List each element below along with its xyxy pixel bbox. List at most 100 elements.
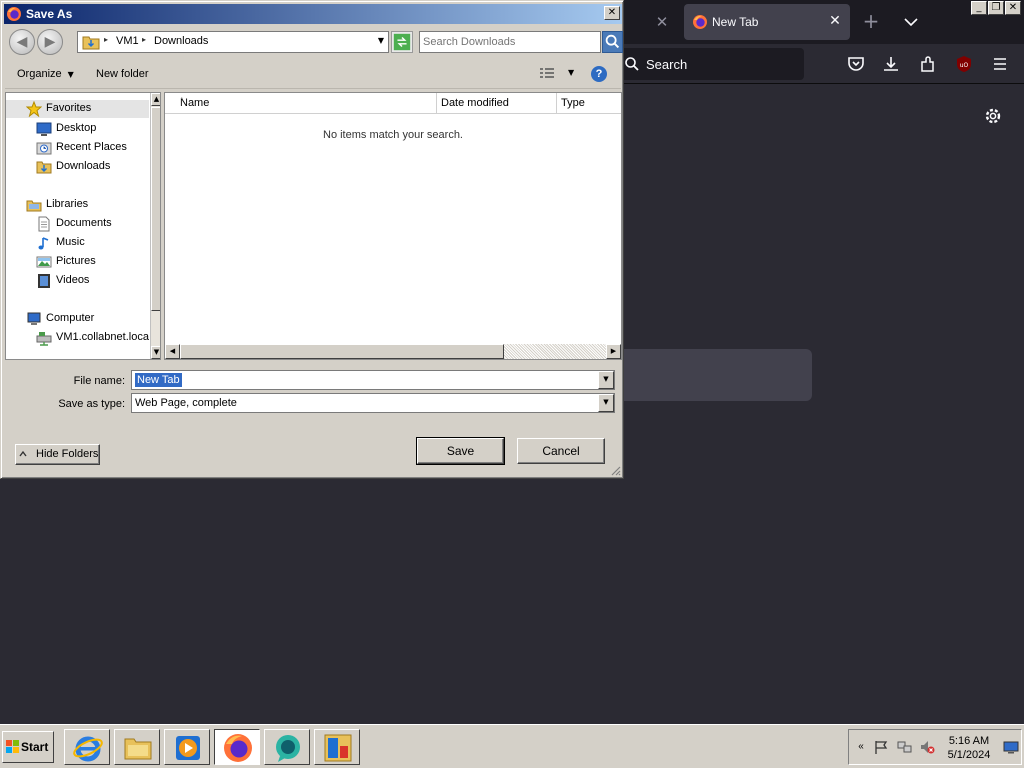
firefox-icon xyxy=(7,7,21,21)
ublock-icon[interactable]: uO xyxy=(954,54,974,74)
forward-button[interactable]: ▶ xyxy=(37,29,63,55)
pocket-icon[interactable] xyxy=(846,54,866,74)
dialog-command-bar: Organize ▼ New folder ▼ ? xyxy=(5,61,621,89)
taskbar-chat-app[interactable] xyxy=(264,729,310,765)
organize-menu[interactable]: Organize ▼ xyxy=(17,68,74,80)
dialog-title: Save As xyxy=(26,7,73,21)
file-name-field[interactable]: New Tab ▼ xyxy=(131,370,615,390)
scroll-thumb[interactable] xyxy=(180,344,504,359)
desktop-icon xyxy=(36,122,52,136)
downloads-icon[interactable] xyxy=(881,54,901,74)
save-as-type-value: Web Page, complete xyxy=(135,397,237,409)
menu-icon[interactable] xyxy=(990,54,1010,74)
search-downloads-input[interactable] xyxy=(423,34,593,50)
search-icon[interactable] xyxy=(602,31,623,53)
file-list-horizontal-scrollbar[interactable]: ◀ ▶ xyxy=(165,344,621,359)
new-tab-button[interactable]: + xyxy=(860,11,882,33)
chat-app-icon xyxy=(276,735,300,762)
sort-ascending-icon: ˄ xyxy=(180,97,184,105)
tab-close-icon[interactable]: ✕ xyxy=(826,12,844,30)
scroll-thumb[interactable] xyxy=(151,107,160,311)
scroll-up-button[interactable]: ▲ xyxy=(151,93,160,106)
file-name-label: File name: xyxy=(73,375,125,387)
view-options-icon[interactable] xyxy=(539,67,555,81)
column-header-date-modified[interactable]: Date modified xyxy=(437,93,557,114)
new-folder-button[interactable]: New folder xyxy=(96,68,149,80)
new-tab-search-box[interactable] xyxy=(600,349,812,401)
breadcrumb-downloads[interactable]: Downloads xyxy=(154,35,208,47)
navigation-pane: Favorites Desktop Recent Places Download… xyxy=(5,92,161,360)
show-hidden-icons-button[interactable]: « xyxy=(853,739,869,755)
action-center-flag-icon[interactable] xyxy=(873,739,889,755)
scroll-down-button[interactable]: ▼ xyxy=(151,346,160,359)
recent-places-icon xyxy=(36,142,52,155)
help-icon[interactable]: ? xyxy=(591,66,607,82)
taskbar: Start « 5:16 AM 5/1/2024 xyxy=(0,724,1024,768)
resize-grip-icon[interactable] xyxy=(609,464,621,476)
file-name-dropdown-icon[interactable]: ▼ xyxy=(598,371,614,389)
scroll-right-button[interactable]: ▶ xyxy=(606,344,621,359)
save-as-type-select[interactable]: Web Page, complete ▼ xyxy=(131,393,615,413)
documents-icon xyxy=(38,216,50,232)
close-window-button[interactable]: ✕ xyxy=(1005,1,1021,15)
column-header-type[interactable]: Type xyxy=(557,93,621,114)
computer-icon xyxy=(27,312,41,325)
save-button[interactable]: Save xyxy=(416,437,505,465)
taskbar-internet-explorer[interactable] xyxy=(64,729,110,765)
file-name-value[interactable]: New Tab xyxy=(135,373,182,387)
videos-icon xyxy=(38,274,50,288)
scroll-left-button[interactable]: ◀ xyxy=(165,344,180,359)
tab-title: New Tab xyxy=(712,15,759,29)
taskbar-media-player[interactable] xyxy=(164,729,210,765)
installer-icon xyxy=(324,734,352,762)
address-dropdown-icon[interactable]: ▼ xyxy=(378,36,384,45)
breadcrumb-separator: ▸ xyxy=(142,35,147,44)
system-tray: « 5:16 AM 5/1/2024 xyxy=(848,729,1022,765)
start-button[interactable]: Start xyxy=(2,731,54,763)
hidden-tab-close-icon[interactable]: ✕ xyxy=(652,12,672,32)
save-as-dialog: Save As ✕ ◀ ▶ ▸ VM1 ▸ Downloads ▼ Search… xyxy=(0,0,624,479)
breadcrumb-separator: ▸ xyxy=(104,35,109,44)
windows-logo-icon xyxy=(6,740,19,753)
network-drive-icon xyxy=(36,332,52,346)
breadcrumb-vm1[interactable]: VM1 xyxy=(116,35,139,47)
tree-item-favorites[interactable]: Favorites xyxy=(6,100,149,118)
svg-text:uO: uO xyxy=(960,62,969,69)
chevron-down-icon[interactable] xyxy=(900,12,922,32)
clock-time: 5:16 AM xyxy=(948,735,990,747)
column-header-name[interactable]: Name ˄ xyxy=(165,93,437,114)
taskbar-firefox[interactable] xyxy=(214,729,260,765)
back-button[interactable]: ◀ xyxy=(9,29,35,55)
window-controls: _ ❐ ✕ xyxy=(971,1,1021,15)
tab-new-tab[interactable]: New Tab ✕ xyxy=(684,4,850,40)
chevron-up-icon xyxy=(19,450,27,457)
media-player-icon xyxy=(176,736,200,760)
firefox-icon xyxy=(693,15,707,29)
url-bar[interactable]: Search xyxy=(600,48,804,80)
music-icon xyxy=(38,237,49,250)
refresh-icon[interactable] xyxy=(391,31,413,53)
cancel-button[interactable]: Cancel xyxy=(517,438,605,464)
dialog-close-button[interactable]: ✕ xyxy=(604,6,620,20)
save-as-type-label: Save as type: xyxy=(58,398,125,410)
search-icon xyxy=(625,57,639,71)
dialog-title-bar[interactable]: Save As ✕ xyxy=(4,4,622,24)
pictures-icon xyxy=(36,256,52,268)
save-as-type-dropdown-icon[interactable]: ▼ xyxy=(598,394,614,412)
show-desktop-icon[interactable] xyxy=(1003,739,1019,755)
navigation-vertical-scrollbar[interactable]: ▲ ▼ xyxy=(150,93,160,359)
view-dropdown-icon[interactable]: ▼ xyxy=(568,68,574,77)
taskbar-file-explorer[interactable] xyxy=(114,729,160,765)
taskbar-installer[interactable] xyxy=(314,729,360,765)
search-downloads-field[interactable] xyxy=(419,31,601,53)
empty-list-message: No items match your search. xyxy=(323,129,463,141)
extensions-icon[interactable] xyxy=(918,54,938,74)
address-bar[interactable]: ▸ VM1 ▸ Downloads ▼ xyxy=(77,31,389,53)
network-icon[interactable] xyxy=(897,739,913,755)
hide-folders-button[interactable]: Hide Folders xyxy=(15,444,100,465)
volume-muted-icon[interactable] xyxy=(919,739,935,755)
settings-gear-icon[interactable] xyxy=(983,106,1003,126)
minimize-button[interactable]: _ xyxy=(971,1,987,15)
tray-clock[interactable]: 5:16 AM 5/1/2024 xyxy=(941,734,997,762)
restore-button[interactable]: ❐ xyxy=(988,1,1004,15)
